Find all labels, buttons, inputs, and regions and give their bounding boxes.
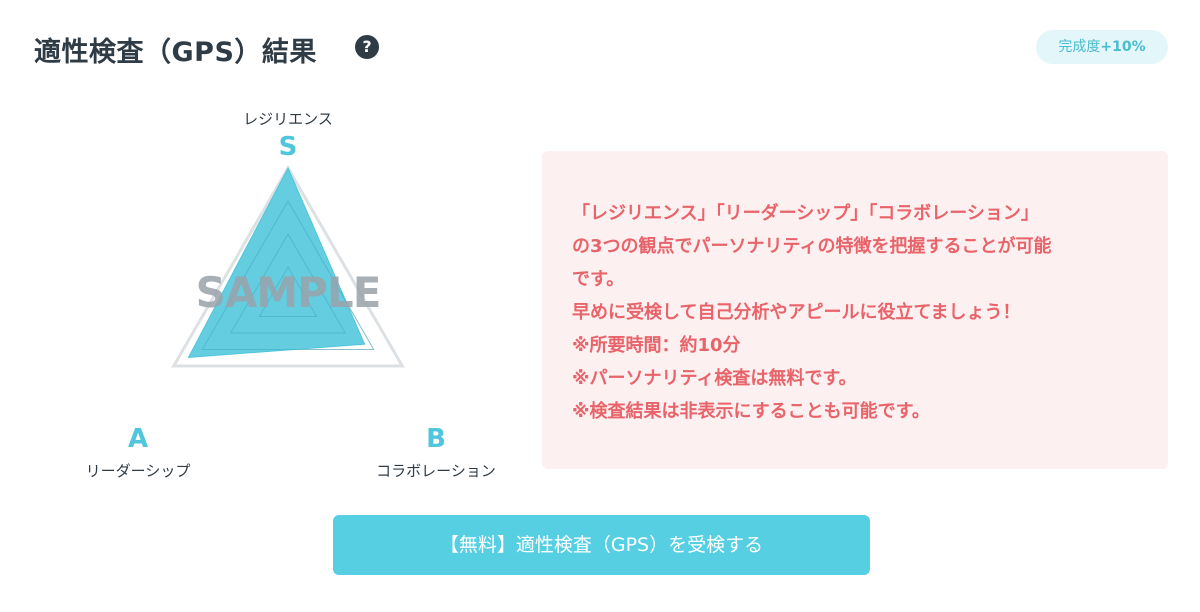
info-line: 「レジリエンス」「リーダーシップ」「コラボレーション」 bbox=[572, 203, 1039, 224]
info-line: ※パーソナリティ検査は無料です。 bbox=[572, 368, 857, 389]
info-line: の3つの観点でパーソナリティの特徴を把握することが可能 bbox=[572, 236, 1052, 257]
completion-badge-label: 完成度 bbox=[1058, 39, 1101, 55]
axis-label-resilience: レジリエンス bbox=[243, 110, 333, 128]
radar-chart: レジリエンス S A リーダーシップ B コラボレーション SAMPLE bbox=[60, 100, 520, 490]
info-line: です。 bbox=[572, 269, 625, 290]
question-circle-icon[interactable]: ? bbox=[355, 35, 379, 59]
info-panel: 「レジリエンス」「リーダーシップ」「コラボレーション」 の3つの観点でパーソナリ… bbox=[542, 151, 1168, 469]
take-test-button[interactable]: 【無料】適性検査（GPS）を受検する bbox=[333, 515, 870, 575]
info-line: ※所要時間：約10分 bbox=[572, 335, 741, 356]
axis-label-collaboration: コラボレーション bbox=[376, 462, 496, 480]
grade-resilience: S bbox=[278, 132, 298, 162]
sample-watermark: SAMPLE bbox=[195, 268, 382, 317]
info-line: ※検査結果は非表示にすることも可能です。 bbox=[572, 401, 930, 422]
grade-leadership: A bbox=[127, 424, 149, 454]
info-line: 早めに受検して自己分析やアピールに役立てましょう！ bbox=[572, 302, 1021, 323]
page-title: 適性検査（GPS）結果 bbox=[34, 37, 317, 68]
completion-badge: 完成度+10% bbox=[1036, 30, 1168, 64]
radar-data-area bbox=[187, 166, 366, 358]
grade-collaboration: B bbox=[426, 424, 446, 454]
completion-badge-value: +10% bbox=[1100, 39, 1146, 55]
gps-result-card: 適性検査（GPS）結果 ? 完成度+10% レジリエンス S A リーダーシップ… bbox=[0, 0, 1200, 612]
axis-label-leadership: リーダーシップ bbox=[85, 462, 191, 480]
